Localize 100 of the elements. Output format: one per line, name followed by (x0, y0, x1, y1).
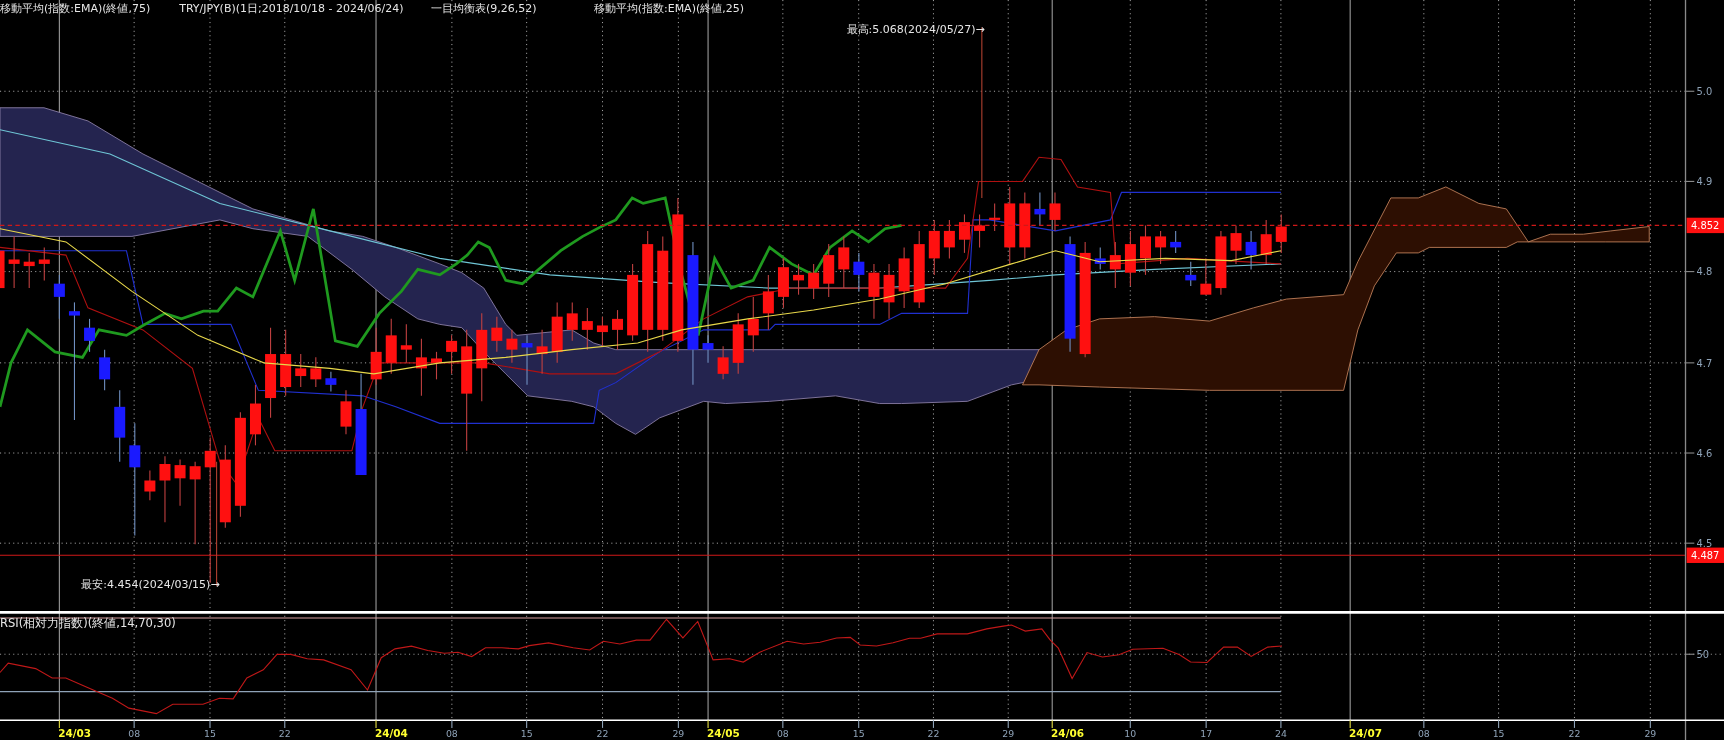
candlestick (0, 250, 5, 289)
candlestick (1185, 261, 1197, 287)
date-axis-label: 29 (672, 727, 685, 739)
candlestick (612, 309, 623, 351)
candlestick (340, 389, 352, 435)
candlestick (808, 263, 820, 300)
candlestick (431, 351, 442, 380)
date-axis-label: 22 (278, 727, 291, 739)
candlestick (370, 327, 382, 386)
candlestick (943, 219, 955, 259)
candlestick (1094, 246, 1106, 270)
price-axis-label: 4.7 (1696, 357, 1713, 369)
candlestick (747, 296, 759, 353)
candlestick (1155, 230, 1167, 265)
candlestick (702, 334, 714, 364)
candlestick (159, 455, 171, 523)
date-axis-label: 08 (128, 727, 141, 739)
date-axis-label: 29 (1644, 727, 1657, 739)
candlestick (174, 459, 186, 507)
candlestick (883, 263, 895, 320)
extreme-price-label: 最安:4.454(2024/03/15)→ (81, 578, 220, 592)
candlestick (536, 329, 548, 375)
candlestick (898, 246, 910, 309)
candlestick (1124, 230, 1136, 287)
candlestick (446, 334, 458, 375)
date-axis-label: 08 (1417, 727, 1430, 739)
candlestick (1245, 230, 1257, 270)
candlestick (581, 307, 593, 351)
candlestick (868, 263, 880, 320)
candlestick (1230, 224, 1242, 265)
extreme-price-label: 最高:5.068(2024/05/27)→ (846, 23, 985, 36)
candlestick (777, 257, 789, 309)
candlestick (1170, 230, 1182, 254)
candlestick (506, 329, 518, 364)
candlestick (1260, 219, 1272, 265)
date-axis-label: 24/04 (374, 726, 408, 739)
date-axis-label: 15 (852, 727, 865, 739)
candlestick (325, 371, 337, 392)
date-axis-label: 22 (596, 727, 609, 739)
candlestick (551, 301, 563, 364)
candlestick (1109, 241, 1121, 289)
candlestick (959, 213, 970, 254)
candlestick (1140, 224, 1151, 276)
candlestick (717, 345, 729, 380)
candlestick (732, 312, 744, 375)
date-axis-label: 24 (1274, 727, 1287, 739)
price-axis-label: 5.0 (1696, 86, 1713, 98)
candlestick (1200, 257, 1212, 296)
candlestick (280, 329, 292, 397)
candlestick (38, 246, 50, 281)
date-axis-label: 22 (927, 727, 940, 739)
candlestick (99, 349, 111, 391)
price-tag: 4.852 (1686, 217, 1724, 234)
date-axis-label: 29 (1002, 727, 1015, 739)
date-axis-label: 24/07 (1349, 726, 1382, 739)
candlestick (1019, 191, 1031, 259)
candlestick (823, 243, 835, 298)
date-axis-label: 24/06 (1051, 726, 1084, 739)
date-axis-label: 22 (1568, 727, 1581, 739)
candlestick (53, 274, 65, 320)
date-axis-label: 15 (520, 727, 533, 739)
candlestick (596, 316, 608, 347)
candlestick (385, 318, 397, 375)
date-axis-label: 24/05 (706, 726, 740, 739)
candlestick (974, 213, 986, 248)
candlestick (310, 356, 322, 388)
date-axis-label: 08 (776, 727, 789, 739)
date-axis-label: 15 (1492, 727, 1505, 739)
candlestick (84, 318, 96, 353)
indicator-label: 一目均衡表(9,26,52) (431, 2, 537, 16)
date-axis-label: 15 (204, 727, 216, 739)
candlestick (295, 353, 307, 388)
price-axis-label: 4.8 (1696, 266, 1713, 278)
candlestick (762, 274, 774, 331)
candlestick (1275, 213, 1287, 254)
indicator-label: 移動平均(指数:EMA)(終値,25) (593, 2, 744, 16)
price-axis-label: 4.5 (1696, 538, 1713, 550)
date-axis-label: 17 (1200, 727, 1213, 739)
candlestick (793, 263, 805, 296)
candlestick (928, 219, 940, 276)
candlestick (521, 334, 533, 386)
candlestick (566, 301, 578, 342)
candlestick (838, 235, 850, 289)
candlestick (23, 252, 35, 289)
indicator-label: TRY/JPY(B)(1日;2018/10/18 - 2024/06/24) (179, 2, 404, 16)
candlestick (1215, 230, 1227, 296)
price-axis-label: 4.6 (1696, 447, 1713, 459)
rsi-axis-label: 50 (1696, 649, 1710, 661)
candlestick (144, 470, 156, 501)
candlestick (1034, 191, 1046, 226)
candlestick (989, 202, 1001, 232)
date-axis-label: 24/03 (58, 726, 92, 739)
candlestick (853, 252, 865, 292)
candlestick (400, 323, 412, 364)
candlestick (250, 384, 261, 446)
date-axis-label: 10 (1124, 727, 1137, 739)
candlestick (1049, 191, 1061, 232)
price-axis-label: 4.9 (1696, 176, 1713, 188)
date-axis-label: 08 (445, 727, 458, 739)
candlestick (491, 316, 503, 353)
